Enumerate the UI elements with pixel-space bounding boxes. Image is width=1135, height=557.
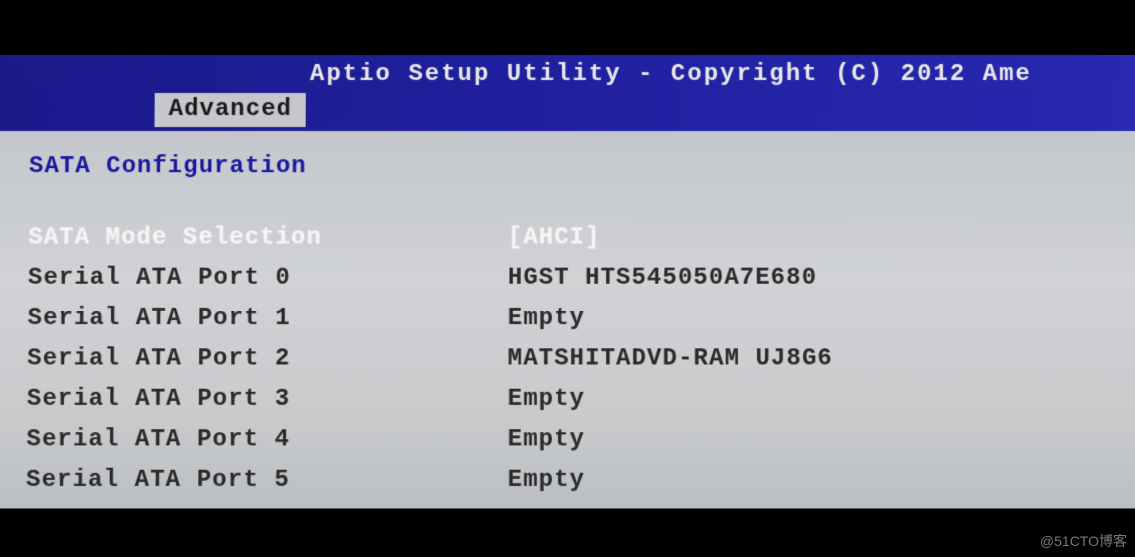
black-bezel-top xyxy=(0,0,1135,60)
row-sata-port-1: Serial ATA Port 1 Empty xyxy=(27,303,1107,335)
row-value: Empty xyxy=(508,424,1109,456)
row-label: Serial ATA Port 5 xyxy=(26,465,508,497)
bios-screen: Aptio Setup Utility - Copyright (C) 2012… xyxy=(0,55,1135,508)
row-label: Serial ATA Port 0 xyxy=(28,263,508,295)
row-label: SATA Mode Selection xyxy=(28,222,508,254)
row-sata-port-2: Serial ATA Port 2 MATSHITADVD-RAM UJ8G6 xyxy=(27,343,1108,375)
row-value: MATSHITADVD-RAM UJ8G6 xyxy=(508,343,1108,375)
tab-advanced[interactable]: Advanced xyxy=(154,93,306,127)
row-value: Empty xyxy=(508,465,1110,497)
row-sata-port-3: Serial ATA Port 3 Empty xyxy=(27,384,1109,416)
tab-label: Advanced xyxy=(169,96,292,123)
row-value: Empty xyxy=(508,384,1109,416)
row-sata-port-5: Serial ATA Port 5 Empty xyxy=(26,465,1109,497)
row-label: Serial ATA Port 3 xyxy=(27,384,508,416)
row-value: HGST HTS545050A7E680 xyxy=(508,263,1108,295)
row-label: Serial ATA Port 2 xyxy=(27,343,508,375)
row-value: [AHCI] xyxy=(508,222,1107,254)
row-label: Serial ATA Port 4 xyxy=(26,424,507,456)
row-label: Serial ATA Port 1 xyxy=(27,303,507,335)
bios-title: Aptio Setup Utility - Copyright (C) 2012… xyxy=(310,60,1032,87)
row-value: Empty xyxy=(508,303,1108,335)
row-sata-port-0: Serial ATA Port 0 HGST HTS545050A7E680 xyxy=(28,263,1108,295)
section-title: SATA Configuration xyxy=(29,153,1106,180)
bios-content: SATA Configuration SATA Mode Selection [… xyxy=(0,131,1135,497)
row-sata-mode-selection[interactable]: SATA Mode Selection [AHCI] xyxy=(28,222,1107,254)
bios-tab-row: Advanced xyxy=(0,93,1135,131)
watermark: @51CTO博客 xyxy=(1040,531,1127,551)
bios-title-bar: Aptio Setup Utility - Copyright (C) 2012… xyxy=(0,55,1135,93)
row-sata-port-4: Serial ATA Port 4 Empty xyxy=(26,424,1109,456)
